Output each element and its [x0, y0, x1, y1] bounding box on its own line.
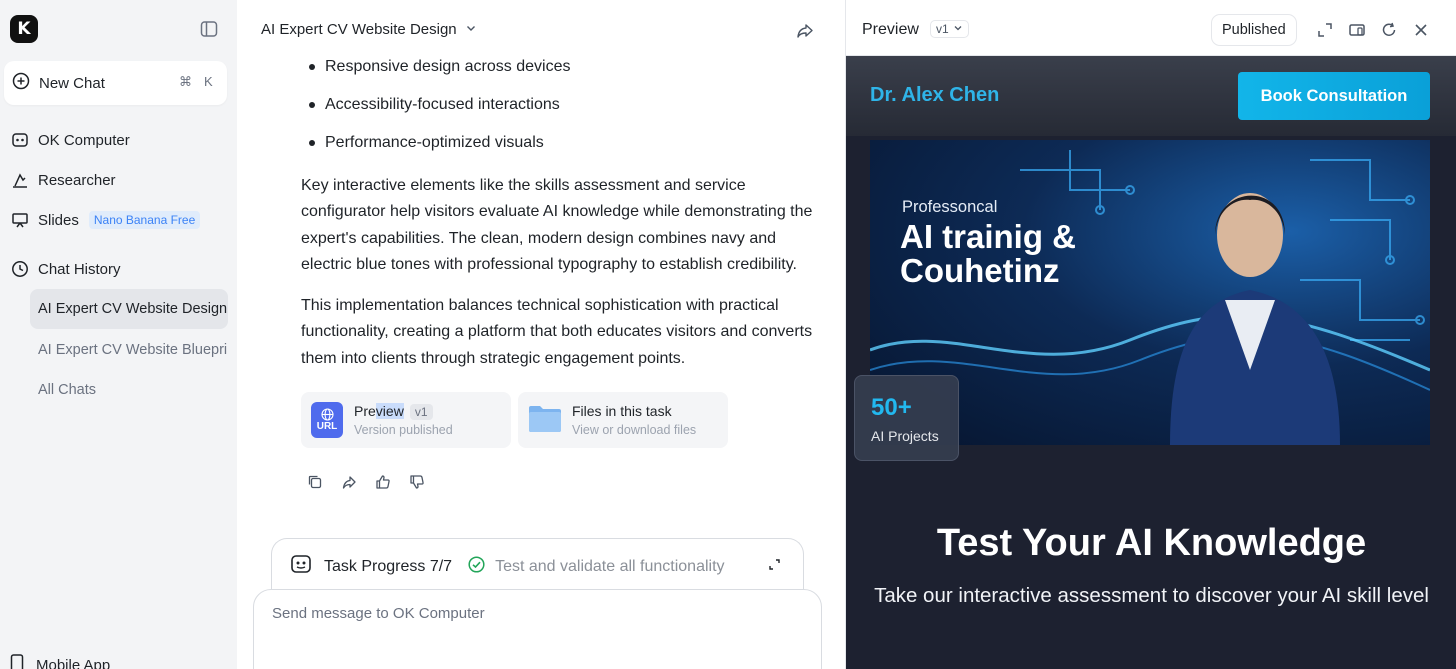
book-consultation-button[interactable]: Book Consultation	[1238, 72, 1430, 120]
shortcut-cmd: ⌘	[179, 74, 192, 89]
refresh-icon[interactable]	[1380, 21, 1398, 39]
sidebar-item-ok-computer[interactable]: OK Computer	[10, 124, 227, 156]
task-progress-label: Task Progress 7/7	[324, 557, 453, 575]
published-button[interactable]: Published	[1211, 14, 1297, 46]
copy-icon[interactable]	[307, 474, 323, 490]
thumbs-up-icon[interactable]	[375, 474, 391, 490]
new-chat-label: New Chat	[39, 74, 105, 92]
preview-panel: Preview v1 Published Dr. Alex Chen Book …	[845, 0, 1456, 669]
all-chats-link[interactable]: All Chats	[30, 370, 228, 410]
sidebar-item-label: Researcher	[38, 171, 116, 189]
shortcut-key: K	[204, 74, 213, 89]
version-dropdown[interactable]: v1	[930, 20, 969, 38]
kimi-logo[interactable]: K	[10, 15, 38, 43]
preview-header: Preview v1 Published	[846, 0, 1456, 56]
list-item: Performance-optimized visuals	[308, 132, 570, 170]
list-item: Responsive design across devices	[308, 56, 570, 94]
message-paragraph: Key interactive elements like the skills…	[301, 177, 813, 273]
site-brand[interactable]: Dr. Alex Chen	[870, 84, 999, 107]
url-label: URL	[316, 421, 338, 432]
hero-headline-line: Couhetinz	[900, 252, 1060, 289]
sidebar-item-label: Slides	[38, 211, 79, 229]
thumbs-down-icon[interactable]	[409, 474, 425, 490]
preview-title: Preview	[862, 21, 919, 38]
website-preview: Dr. Alex Chen Book Consultation Professo…	[846, 56, 1456, 669]
robot-icon	[290, 553, 312, 580]
chat-title: AI Expert CV Website Design	[261, 21, 457, 38]
clock-icon	[10, 259, 30, 279]
feature-list: Responsive design across devices Accessi…	[308, 56, 570, 170]
stat-label: AI Projects	[871, 428, 939, 444]
list-item: Accessibility-focused interactions	[308, 94, 570, 132]
message-input[interactable]	[272, 605, 772, 622]
chat-title-dropdown[interactable]: AI Expert CV Website Design	[261, 21, 477, 38]
chat-panel: AI Expert CV Website Design Responsive d…	[237, 0, 844, 669]
close-icon[interactable]	[1412, 21, 1430, 39]
promo-badge: Nano Banana Free	[88, 211, 201, 229]
new-chat-button[interactable]: New Chat ⌘ K	[4, 61, 227, 105]
folder-icon	[528, 403, 562, 438]
sidebar-toggle-icon[interactable]	[200, 20, 218, 38]
hero-headline-line: AI trainig &	[900, 218, 1077, 255]
preview-card-subtitle: Version published	[354, 423, 453, 437]
preview-card-title: Pre	[354, 403, 376, 419]
files-card[interactable]: Files in this task View or download file…	[518, 392, 728, 448]
stat-card: 50+ AI Projects	[854, 375, 959, 461]
current-step-label: Test and validate all functionality	[495, 557, 725, 575]
check-circle-icon	[468, 555, 485, 578]
hero-kicker: Professoncal	[902, 198, 998, 216]
stat-number: 50+	[871, 394, 912, 421]
sidebar-item-slides[interactable]: Slides Nano Banana Free	[10, 204, 227, 236]
sidebar-item-chat-history[interactable]: Chat History	[10, 253, 227, 285]
sidebar-item-researcher[interactable]: Researcher	[10, 164, 227, 196]
history-item[interactable]: AI Expert CV Website Blueprint	[30, 330, 228, 370]
section-title: Test Your AI Knowledge	[936, 522, 1367, 564]
mobile-app-label: Mobile App	[36, 656, 111, 669]
version-tag: v1	[409, 404, 433, 420]
phone-icon	[10, 654, 24, 669]
device-view-icon[interactable]	[1348, 21, 1366, 39]
site-navbar: Dr. Alex Chen Book Consultation	[846, 56, 1456, 136]
sidebar: K New Chat ⌘ K OK Computer Researcher Sl…	[0, 0, 237, 669]
expand-icon[interactable]	[768, 558, 781, 576]
preview-card-title-selected: view	[375, 403, 404, 419]
sidebar-item-label: Chat History	[38, 260, 121, 278]
plus-circle-icon	[12, 72, 30, 95]
logo-letter: K	[17, 19, 31, 39]
files-card-title: Files in this task	[572, 403, 672, 419]
fullscreen-icon[interactable]	[1316, 21, 1334, 39]
preview-card[interactable]: URL Preview v1 Version published	[301, 392, 511, 448]
share-icon[interactable]	[341, 474, 357, 490]
share-icon[interactable]	[795, 21, 815, 41]
message-composer[interactable]	[253, 589, 822, 669]
slides-icon	[10, 210, 30, 230]
robot-icon	[10, 130, 30, 150]
history-item[interactable]: AI Expert CV Website Design	[30, 289, 228, 329]
url-globe-icon: URL	[311, 402, 343, 438]
chevron-down-icon	[465, 21, 477, 38]
mobile-app-link[interactable]: Mobile App	[10, 654, 110, 669]
files-card-subtitle: View or download files	[572, 423, 697, 437]
researcher-icon	[10, 170, 30, 190]
version-label: v1	[936, 22, 949, 36]
chevron-down-icon	[953, 22, 963, 36]
task-progress-bar[interactable]: Task Progress 7/7 Test and validate all …	[271, 538, 804, 594]
section-subtitle: Take our interactive assessment to disco…	[874, 584, 1429, 607]
sidebar-item-label: OK Computer	[38, 131, 130, 149]
hero-headline: AI trainig & Couhetinz	[900, 220, 1076, 288]
message-paragraph: This implementation balances technical s…	[301, 297, 813, 367]
message-actions	[307, 474, 425, 490]
